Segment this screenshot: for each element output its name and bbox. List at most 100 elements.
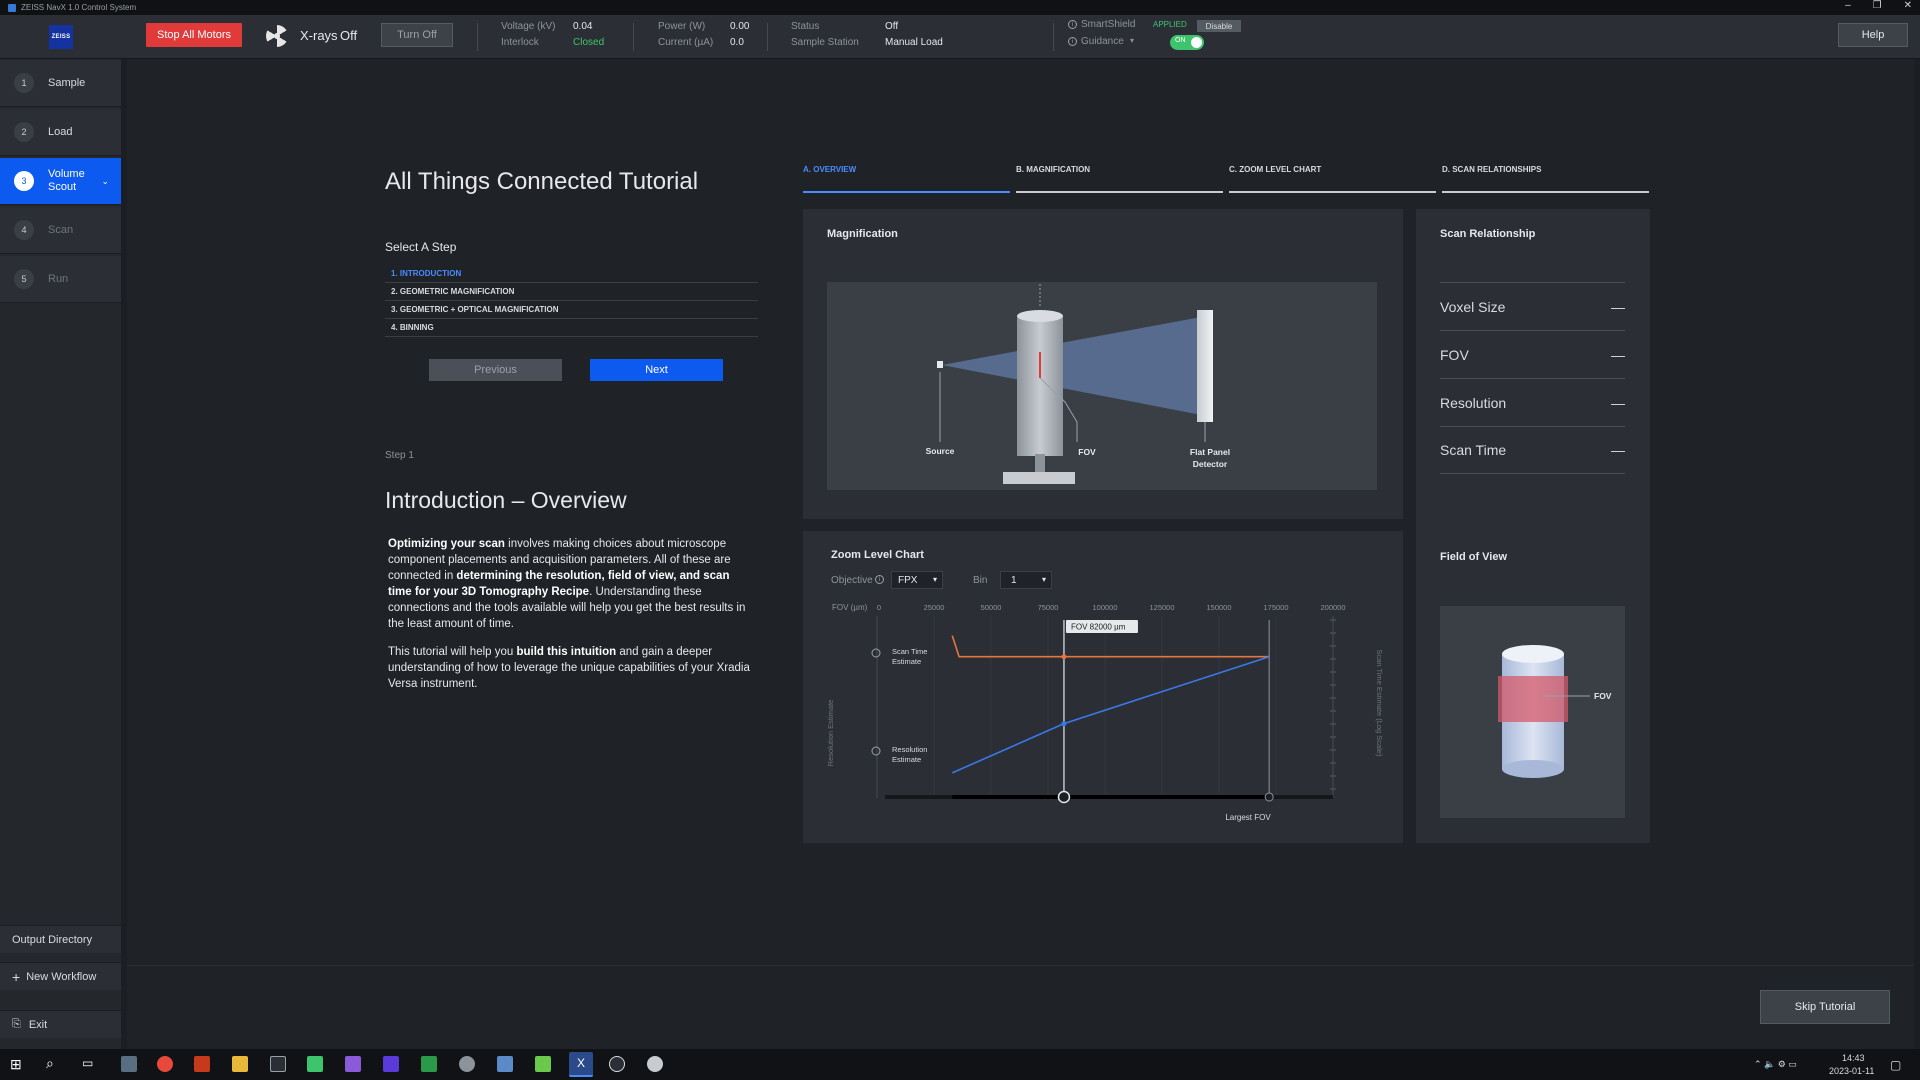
- app-icon[interactable]: [647, 1056, 663, 1072]
- guidance-label[interactable]: Guidance: [1081, 36, 1124, 47]
- info-icon[interactable]: [871, 648, 881, 658]
- divider: [1053, 23, 1054, 51]
- step-list-item[interactable]: 4. BINNING: [385, 319, 758, 337]
- disable-smartshield-button[interactable]: Disable: [1197, 20, 1241, 32]
- x-tick-label: 75000: [1038, 603, 1059, 612]
- clock-time: 14:43: [1842, 1053, 1865, 1063]
- fov-label: FOV: [1078, 447, 1096, 457]
- step-list-item[interactable]: 2. GEOMETRIC MAGNIFICATION: [385, 283, 758, 301]
- step-list-item[interactable]: 1. INTRODUCTION: [385, 265, 758, 283]
- power-label: Power (W): [658, 21, 706, 32]
- scan-time-label: Scan Time: [892, 647, 927, 656]
- magnification-title: Magnification: [827, 228, 898, 240]
- app-icon[interactable]: [535, 1056, 551, 1072]
- tab-magnification[interactable]: B. MAGNIFICATION: [1016, 165, 1223, 193]
- output-directory-button[interactable]: Output Directory: [0, 925, 121, 953]
- turn-off-button[interactable]: Turn Off: [381, 23, 453, 47]
- zoom-level-chart[interactable]: FOV (µm) 0 25000 50000 75000 100000 125000 150…: [803, 598, 1403, 843]
- x-tick-label: 200000: [1320, 603, 1345, 612]
- sidebar-item-sample[interactable]: 1 Sample: [0, 60, 121, 107]
- body-text: This tutorial will help you: [388, 646, 517, 658]
- chrome-icon[interactable]: [157, 1056, 173, 1072]
- step-indicator: Step 1: [385, 450, 414, 461]
- objective-value: FPX: [898, 575, 918, 586]
- terminal-icon[interactable]: [270, 1056, 286, 1072]
- radiation-icon: [266, 25, 288, 47]
- restore-icon[interactable]: ❐: [1873, 0, 1882, 11]
- app-icon[interactable]: [497, 1056, 513, 1072]
- relationship-row-resolution: Resolution —: [1440, 378, 1625, 426]
- exit-button[interactable]: ⎘ Exit: [0, 1010, 121, 1038]
- navx-app-icon[interactable]: X: [569, 1052, 593, 1077]
- guidance-toggle[interactable]: ON: [1170, 35, 1204, 50]
- app-icon[interactable]: [421, 1056, 437, 1072]
- row-value: —: [1611, 442, 1625, 458]
- tab-overview[interactable]: A. OVERVIEW: [803, 165, 1010, 193]
- step-number: 4: [14, 220, 34, 240]
- minimize-icon[interactable]: –: [1845, 0, 1851, 11]
- app-icon[interactable]: [609, 1056, 625, 1072]
- skip-tutorial-button[interactable]: Skip Tutorial: [1760, 990, 1890, 1024]
- app-icon[interactable]: [459, 1056, 475, 1072]
- sidebar-item-run[interactable]: 5 Run: [0, 256, 121, 303]
- folder-icon[interactable]: [232, 1056, 248, 1072]
- voltage-value: 0.04: [573, 21, 593, 32]
- series-point: [1061, 654, 1067, 660]
- resolution-label: Estimate: [892, 755, 921, 764]
- field-of-view-diagram: FOV: [1440, 606, 1625, 818]
- sidebar-item-scan[interactable]: 4 Scan: [0, 207, 121, 254]
- sidebar-item-volume-scout[interactable]: 3 Volume Scout ⌄: [0, 158, 121, 205]
- visual-studio-icon[interactable]: [345, 1056, 361, 1072]
- task-view-icon[interactable]: ▭: [82, 1056, 93, 1070]
- fov-range-fill: [952, 795, 1270, 799]
- step-list-item[interactable]: 3. GEOMETRIC + OPTICAL MAGNIFICATION: [385, 301, 758, 319]
- info-icon[interactable]: i: [875, 575, 884, 584]
- fov-label: FOV: [1594, 691, 1612, 701]
- current-label: Current (µA): [658, 37, 714, 48]
- tab-scan-relationships[interactable]: D. SCAN RELATIONSHIPS: [1442, 165, 1649, 193]
- new-workflow-button[interactable]: + New Workflow: [0, 962, 121, 990]
- status-value: Off: [885, 21, 899, 32]
- xrays-state: Off: [340, 28, 358, 43]
- scan-time-label: Estimate: [892, 657, 921, 666]
- chevron-down-icon: ▾: [932, 575, 937, 584]
- help-button[interactable]: Help: [1838, 23, 1908, 47]
- tab-zoom-level-chart[interactable]: C. ZOOM LEVEL CHART: [1229, 165, 1436, 193]
- app-icon[interactable]: [194, 1056, 210, 1072]
- row-label: FOV: [1440, 346, 1469, 363]
- info-icon[interactable]: i: [1068, 20, 1077, 29]
- next-button[interactable]: Next: [590, 359, 723, 381]
- output-directory-label: Output Directory: [12, 933, 93, 946]
- relationship-row-voxel-size: Voxel Size —: [1440, 282, 1625, 330]
- stop-all-motors-button[interactable]: Stop All Motors: [146, 23, 242, 47]
- visual-studio-icon[interactable]: [383, 1056, 399, 1072]
- previous-button[interactable]: Previous: [429, 359, 562, 381]
- series-point: [1061, 721, 1067, 727]
- relationship-row-scan-time: Scan Time —: [1440, 426, 1625, 474]
- objective-select[interactable]: FPX ▾: [891, 571, 943, 589]
- x-tick-label: 150000: [1206, 603, 1231, 612]
- bin-select[interactable]: 1 ▾: [1000, 571, 1052, 589]
- sidebar-item-load[interactable]: 2 Load: [0, 109, 121, 156]
- chevron-down-icon[interactable]: ⌄: [101, 176, 109, 187]
- x-tick-label: 0: [877, 603, 881, 612]
- info-icon[interactable]: [871, 746, 881, 756]
- detector-label: Detector: [1193, 459, 1228, 469]
- search-icon[interactable]: ⌕: [46, 1055, 54, 1072]
- windows-start-icon[interactable]: ⊞: [10, 1056, 22, 1073]
- pycharm-icon[interactable]: [307, 1056, 323, 1072]
- notification-icon[interactable]: ▢: [1890, 1058, 1901, 1072]
- objective-label: Objective: [831, 575, 873, 586]
- close-icon[interactable]: ✕: [1904, 0, 1912, 11]
- zeiss-logo: ZEISS: [49, 25, 73, 49]
- workflow-sidebar: 1 Sample 2 Load 3 Volume Scout ⌄ 4 Scan …: [0, 59, 121, 1049]
- file-manager-icon[interactable]: [121, 1056, 137, 1072]
- chevron-down-icon[interactable]: ▾: [1130, 36, 1134, 45]
- x-tick-label: 100000: [1092, 603, 1117, 612]
- smartshield-status: APPLIED: [1153, 20, 1187, 29]
- scan-relationship-title: Scan Relationship: [1440, 228, 1536, 240]
- info-icon[interactable]: i: [1068, 37, 1077, 46]
- x-tick-label: 125000: [1149, 603, 1174, 612]
- windows-taskbar: ⊞ ⌕ ▭ X ⌃ 🔈 ⚙ ▭ 14:43 2023-01-11 ▢: [0, 1049, 1920, 1080]
- tray-icons[interactable]: ⌃ 🔈 ⚙ ▭: [1754, 1059, 1797, 1070]
